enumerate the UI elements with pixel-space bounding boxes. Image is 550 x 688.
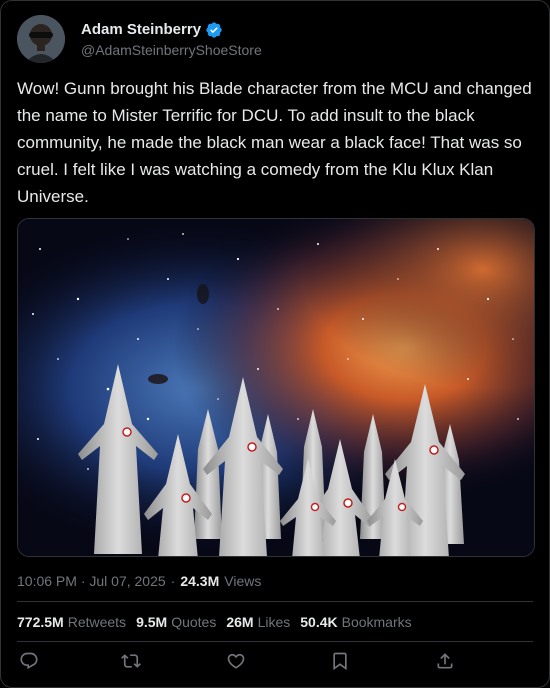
divider-top [17,601,533,602]
bookmarks-count: 50.4K [300,614,338,630]
author-display-name[interactable]: Adam Steinberry [81,21,201,38]
likes-count: 26M [226,614,254,630]
retweets-label: Retweets [67,614,127,630]
avatar-image [17,15,65,63]
share-icon[interactable] [435,651,457,673]
quotes-stat[interactable]: 9.5M Quotes [136,614,216,630]
name-row: Adam Steinberry [81,21,262,39]
tweet-stats: 772.5M Retweets 9.5M Quotes 26M Likes 50… [17,614,412,630]
retweet-icon[interactable] [121,651,143,673]
tweet-meta: 10:06 PM · Jul 07, 2025 · 24.3M Views [17,573,261,589]
likes-stat[interactable]: 26M Likes [226,614,290,630]
avatar[interactable] [17,15,65,63]
tweet-actions [17,651,533,675]
tweet-timestamp[interactable]: 10:06 PM · Jul 07, 2025 [17,573,166,589]
like-icon[interactable] [226,651,248,673]
bookmarks-label: Bookmarks [341,614,412,630]
quotes-count: 9.5M [136,614,168,630]
tweet-media-image[interactable] [17,218,535,557]
quotes-label: Quotes [171,614,217,630]
verified-badge-icon [205,21,223,39]
tweet-card: Adam Steinberry @AdamSteinberryShoeStore… [0,0,550,688]
author-info: Adam Steinberry @AdamSteinberryShoeStore [81,21,262,58]
divider-bottom [17,641,533,642]
retweets-stat[interactable]: 772.5M Retweets [17,614,126,630]
views-label: Views [224,573,262,589]
views-count: 24.3M [180,573,220,589]
meta-separator: · [170,573,176,589]
tweet-header: Adam Steinberry @AdamSteinberryShoeStore [17,15,533,63]
tweet-text: Wow! Gunn brought his Blade character fr… [17,79,532,206]
likes-label: Likes [257,614,291,630]
reply-icon[interactable] [19,651,41,673]
bookmarks-stat[interactable]: 50.4K Bookmarks [300,614,411,630]
retweets-count: 772.5M [17,614,64,630]
author-handle[interactable]: @AdamSteinberryShoeStore [81,42,262,58]
bookmark-icon[interactable] [330,651,352,673]
